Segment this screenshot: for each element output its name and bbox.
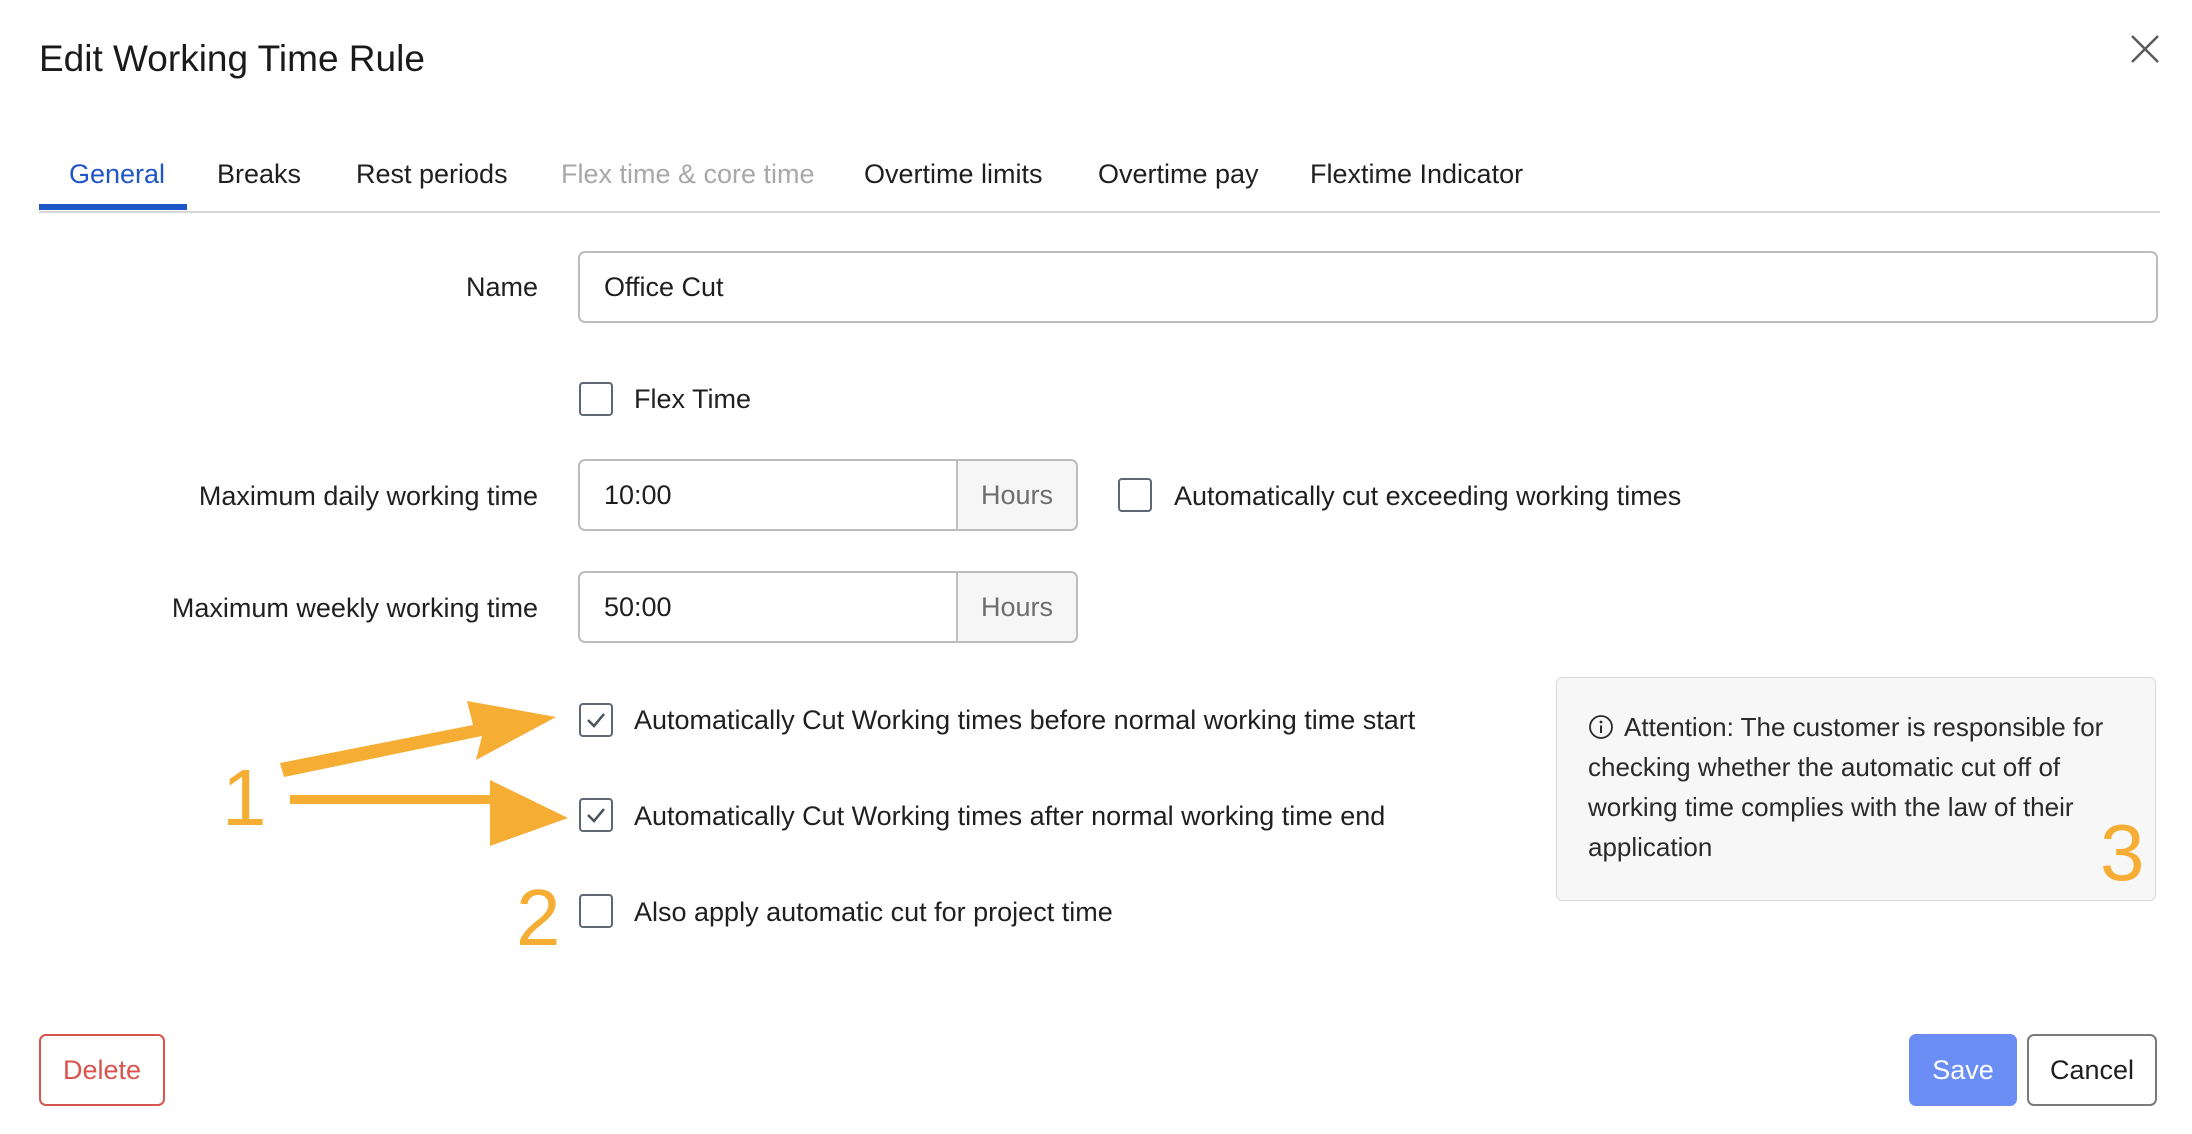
project-time-checkbox[interactable] <box>579 894 613 928</box>
max-daily-unit: Hours <box>958 459 1078 531</box>
active-tab-indicator <box>39 204 187 210</box>
cut-after-label: Automatically Cut Working times after no… <box>634 801 1386 831</box>
tab-rest-periods[interactable]: Rest periods <box>356 159 508 190</box>
max-daily-label: Maximum daily working time <box>198 481 538 511</box>
save-button[interactable]: Save <box>1909 1034 2017 1106</box>
auto-cut-exceeding-checkbox[interactable] <box>1118 478 1152 512</box>
annotation-number-two: 2 <box>516 873 561 962</box>
cancel-button[interactable]: Cancel <box>2027 1034 2157 1106</box>
cut-after-checkbox[interactable] <box>579 798 613 832</box>
max-weekly-unit: Hours <box>958 571 1078 643</box>
flex-time-checkbox[interactable] <box>579 382 613 416</box>
edit-working-time-rule-dialog: Edit Working Time Rule General Breaks Re… <box>0 0 2192 1134</box>
arrow-to-cut-after <box>290 780 568 846</box>
annotation-number-three: 3 <box>2100 808 2145 897</box>
delete-button[interactable]: Delete <box>39 1034 165 1106</box>
max-weekly-input[interactable]: 50:00 <box>578 571 958 643</box>
tab-flex-time-core-time: Flex time & core time <box>561 159 815 189</box>
auto-cut-exceeding-label: Automatically cut exceeding working time… <box>1174 481 1682 511</box>
max-daily-input[interactable]: 10:00 <box>578 459 958 531</box>
max-weekly-label: Maximum weekly working time <box>171 593 538 623</box>
name-label: Name <box>465 272 538 302</box>
tab-general[interactable]: General <box>69 159 165 190</box>
tab-bar: General Breaks Rest periods Flex time & … <box>39 145 2160 213</box>
checkmark-icon <box>587 713 605 728</box>
annotation-number-one: 1 <box>222 753 267 842</box>
dialog-title: Edit Working Time Rule <box>39 38 425 79</box>
notice-text: Attention: The customer is responsible f… <box>1588 712 2104 862</box>
project-time-label: Also apply automatic cut for project tim… <box>634 897 1113 927</box>
flex-time-label: Flex Time <box>634 384 752 414</box>
cut-before-label: Automatically Cut Working times before n… <box>634 705 1416 735</box>
name-input[interactable]: Office Cut <box>578 251 2158 323</box>
tab-flextime-indicator[interactable]: Flextime Indicator <box>1310 159 1523 190</box>
info-icon <box>1589 715 1613 739</box>
attention-notice: Attention: The customer is responsible f… <box>1556 677 2156 901</box>
checkmark-icon <box>587 808 605 823</box>
cut-before-checkbox[interactable] <box>579 703 613 737</box>
tab-overtime-pay[interactable]: Overtime pay <box>1098 159 1259 190</box>
tab-overtime-limits[interactable]: Overtime limits <box>864 159 1043 190</box>
close-button[interactable] <box>2122 26 2168 72</box>
arrow-to-cut-before <box>280 701 556 777</box>
tab-breaks[interactable]: Breaks <box>217 159 301 190</box>
close-icon <box>2131 35 2159 63</box>
